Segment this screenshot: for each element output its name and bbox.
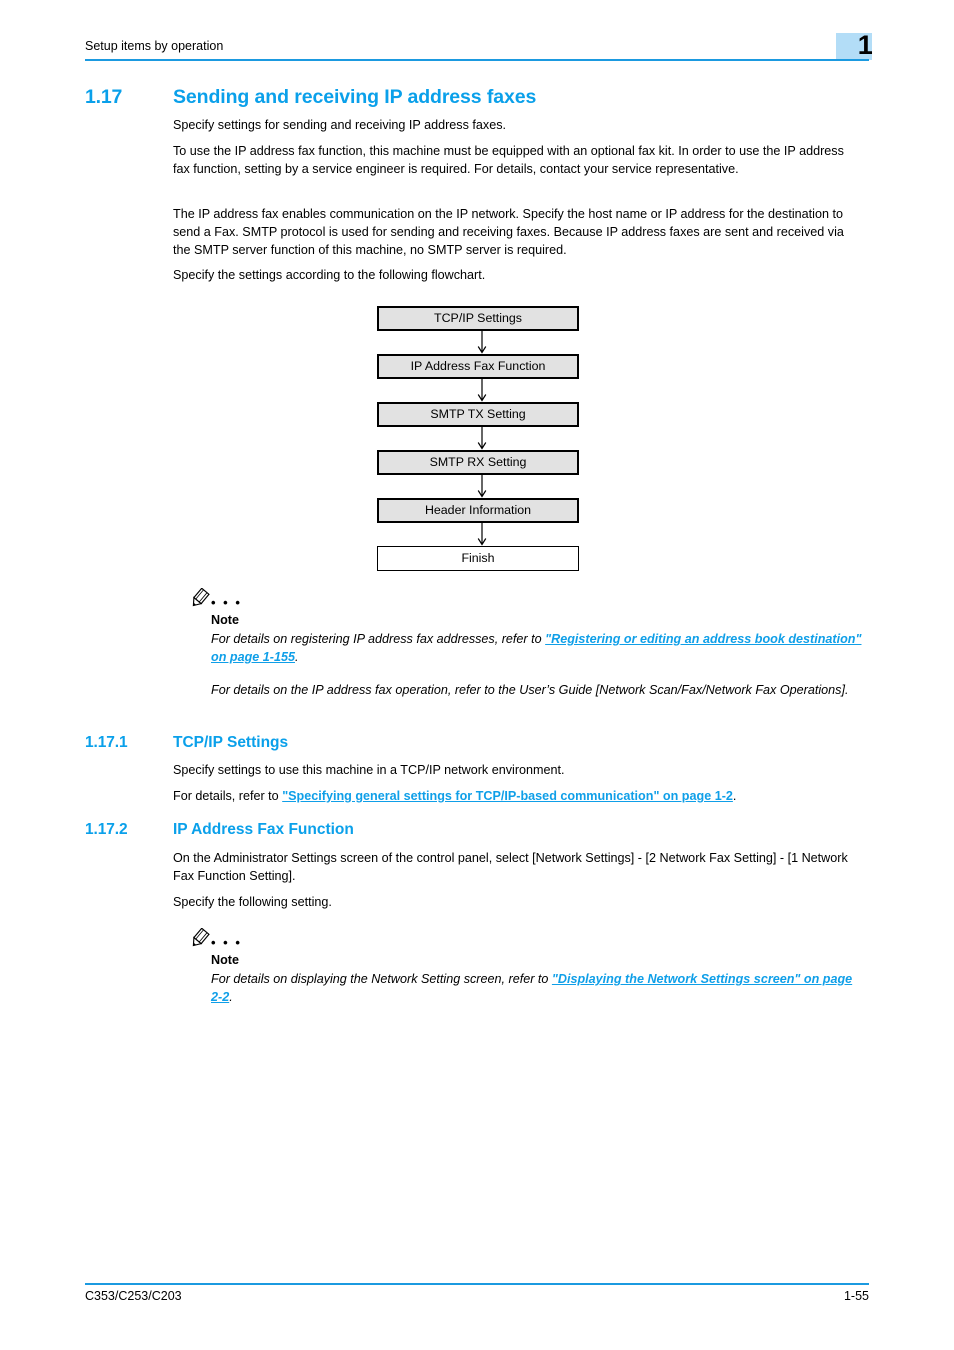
page-header: Setup items by operation	[85, 38, 869, 60]
section-number: 1.17	[85, 86, 123, 108]
note-2-line1-post: .	[229, 990, 233, 1004]
flowchart-step-header-info: Header Information	[377, 498, 579, 523]
header-title: Setup items by operation	[85, 39, 224, 53]
footer-page-number: 1-55	[843, 1289, 869, 1303]
intro-paragraph-1: Specify settings for sending and receivi…	[173, 118, 506, 132]
intro-paragraph-3: The IP address fax enables communication…	[173, 207, 844, 257]
subsection-1-link[interactable]: "Specifying general settings for TCP/IP-…	[282, 789, 733, 803]
flowchart-arrow-5	[477, 523, 487, 546]
intro-paragraph-2: To use the IP address fax function, this…	[173, 144, 844, 176]
note-text-2: For details on the IP address fax operat…	[211, 683, 849, 697]
subsection-1-ref-post: .	[732, 789, 737, 803]
note-1-line1-post: .	[295, 650, 299, 664]
flowchart-step-finish: Finish	[377, 546, 579, 571]
footer-model-numbers: C353/C253/C203	[85, 1289, 182, 1303]
subsection-2-paragraph-2: Specify the following setting.	[173, 895, 332, 909]
note-label-2: Note	[211, 953, 239, 967]
flowchart-arrow-1	[477, 331, 487, 354]
note-text-3: For details on displaying the Network Se…	[211, 970, 866, 1006]
flowchart-arrow-4	[477, 475, 487, 498]
subsection-title-1: TCP/IP Settings	[173, 734, 289, 751]
footer-divider	[85, 1283, 869, 1286]
note-dots-1: • • •	[211, 595, 242, 610]
flowchart-arrow-2	[477, 379, 487, 402]
note-label-1: Note	[211, 613, 239, 627]
setup-flowchart: TCP/IP Settings IP Address Fax Function …	[377, 306, 579, 572]
flowchart-step-tcpip: TCP/IP Settings	[377, 306, 579, 331]
note-text-1: For details on registering IP address fa…	[211, 630, 866, 666]
subsection-1-reference: For details, refer to "Specifying genera…	[173, 787, 863, 805]
subsection-2-paragraph-1: On the Administrator Settings screen of …	[173, 851, 848, 883]
subsection-title-2: IP Address Fax Function	[173, 821, 354, 838]
subsection-1-paragraph: Specify settings to use this machine in …	[173, 763, 565, 777]
note-dots-2: • • •	[211, 935, 242, 950]
note-2-line1-pre: For details on displaying the Network Se…	[211, 972, 552, 986]
flowchart-step-ip-address-fax: IP Address Fax Function	[377, 354, 579, 379]
intro-paragraph-4: Specify the settings according to the fo…	[173, 268, 486, 282]
flowchart-arrow-3	[477, 427, 487, 450]
flowchart-step-smtp-tx: SMTP TX Setting	[377, 402, 579, 427]
subsection-1-ref-pre: For details, refer to	[173, 789, 283, 803]
document-page: Setup items by operation 1 1.17 Sending …	[0, 0, 954, 1350]
subsection-number-1: 1.17.1	[85, 734, 128, 751]
note-1-line1-pre: For details on registering IP address fa…	[211, 632, 546, 646]
subsection-number-2: 1.17.2	[85, 821, 128, 838]
chapter-number: 1	[857, 30, 873, 60]
flowchart-step-smtp-rx: SMTP RX Setting	[377, 450, 579, 475]
section-title: Sending and receiving IP address faxes	[173, 86, 537, 108]
header-divider	[85, 59, 869, 62]
